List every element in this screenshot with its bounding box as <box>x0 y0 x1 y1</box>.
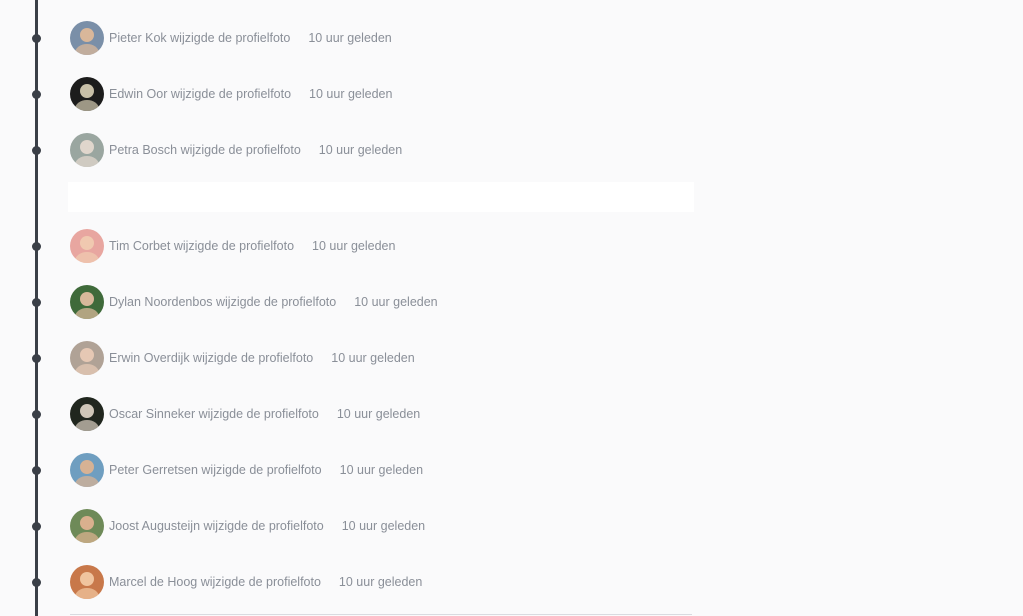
timeline-item: Edwin Oor wijzigde de profielfoto 10 uur … <box>0 76 700 112</box>
activity-description: Edwin Oor wijzigde de profielfoto <box>109 87 292 101</box>
avatar[interactable] <box>70 133 104 167</box>
activity-description: Tim Corbet wijzigde de profielfoto <box>109 239 295 253</box>
activity-text-row: Marcel de Hoog wijzigde de profielfoto 10… <box>109 574 422 590</box>
activity-timestamp: 10 uur geleden <box>338 575 423 589</box>
avatar-photo <box>70 397 104 431</box>
activity-description: Marcel de Hoog wijzigde de profielfoto <box>109 575 321 589</box>
avatar[interactable] <box>70 77 104 111</box>
avatar-photo <box>70 21 104 55</box>
activity-timestamp: 10 uur geleden <box>318 143 403 157</box>
activity-description: Pieter Kok wijzigde de profielfoto <box>109 31 291 45</box>
activity-description: Dylan Noordenbos wijzigde de profielfoto <box>109 295 337 309</box>
avatar-photo <box>70 229 104 263</box>
avatar[interactable] <box>70 565 104 599</box>
timeline-dot-icon <box>32 578 41 587</box>
activity-timestamp: 10 uur geleden <box>339 463 424 477</box>
timeline-item: Oscar Sinneker wijzigde de profielfoto 10… <box>0 396 700 432</box>
timeline-dot-icon <box>32 298 41 307</box>
activity-timestamp: 10 uur geleden <box>309 87 393 101</box>
activity-description: Peter Gerretsen wijzigde de profielfoto <box>109 463 322 477</box>
activity-text-row: Edwin Oor wijzigde de profielfoto 10 uur … <box>109 86 392 102</box>
timeline-dot-icon <box>32 242 41 251</box>
timeline-dot-icon <box>32 410 41 419</box>
activity-text-row: Oscar Sinneker wijzigde de profielfoto 10… <box>109 406 420 422</box>
activity-text-row: Petra Bosch wijzigde de profielfoto 10 uu… <box>109 142 402 158</box>
timeline-item: Marcel de Hoog wijzigde de profielfoto 10… <box>0 564 700 600</box>
timeline-item: Pieter Kok wijzigde de profielfoto 10 uur… <box>0 20 700 56</box>
avatar-photo <box>70 285 104 319</box>
timeline-dot-icon <box>32 354 41 363</box>
timeline-dot-icon <box>32 90 41 99</box>
activity-text-row: Peter Gerretsen wijzigde de profielfoto 1… <box>109 462 423 478</box>
timeline-item: Erwin Overdijk wijzigde de profielfoto 10… <box>0 340 700 376</box>
timeline-dot-icon <box>32 466 41 475</box>
activity-timestamp: 10 uur geleden <box>312 239 396 253</box>
avatar[interactable] <box>70 341 104 375</box>
avatar-photo <box>70 77 104 111</box>
timeline-item: Dylan Noordenbos wijzigde de profielfoto… <box>0 284 700 320</box>
activity-timestamp: 10 uur geleden <box>341 519 426 533</box>
activity-text-row: Joost Augusteijn wijzigde de profielfoto… <box>109 518 425 534</box>
avatar-photo <box>70 509 104 543</box>
avatar-photo <box>70 341 104 375</box>
activity-description: Joost Augusteijn wijzigde de profielfoto <box>109 519 324 533</box>
avatar-photo <box>70 133 104 167</box>
activity-timestamp: 10 uur geleden <box>308 31 392 45</box>
avatar[interactable] <box>70 229 104 263</box>
activity-timestamp: 10 uur geleden <box>354 295 438 309</box>
activity-description: Erwin Overdijk wijzigde de profielfoto <box>109 351 314 365</box>
timeline-item: Petra Bosch wijzigde de profielfoto 10 uu… <box>0 132 700 168</box>
timeline-item: Peter Gerretsen wijzigde de profielfoto 1… <box>0 452 700 488</box>
timeline-item: Joost Augusteijn wijzigde de profielfoto… <box>0 508 700 544</box>
activity-timeline: Pieter Kok wijzigde de profielfoto 10 uur… <box>0 0 1023 616</box>
avatar[interactable] <box>70 285 104 319</box>
avatar-photo <box>70 565 104 599</box>
avatar[interactable] <box>70 509 104 543</box>
timeline-group-separator <box>68 182 694 212</box>
avatar[interactable] <box>70 21 104 55</box>
activity-description: Oscar Sinneker wijzigde de profielfoto <box>109 407 319 421</box>
avatar-photo <box>70 453 104 487</box>
timeline-dot-icon <box>32 34 41 43</box>
activity-text-row: Erwin Overdijk wijzigde de profielfoto 10… <box>109 350 415 366</box>
timeline-dot-icon <box>32 146 41 155</box>
activity-timestamp: 10 uur geleden <box>336 407 421 421</box>
timeline-item: Tim Corbet wijzigde de profielfoto 10 uur… <box>0 228 700 264</box>
divider <box>70 614 692 615</box>
activity-description: Petra Bosch wijzigde de profielfoto <box>109 143 301 157</box>
activity-text-row: Pieter Kok wijzigde de profielfoto 10 uur… <box>109 30 392 46</box>
activity-text-row: Tim Corbet wijzigde de profielfoto 10 uur… <box>109 238 395 254</box>
activity-text-row: Dylan Noordenbos wijzigde de profielfoto… <box>109 294 438 310</box>
timeline-dot-icon <box>32 522 41 531</box>
avatar[interactable] <box>70 397 104 431</box>
activity-timestamp: 10 uur geleden <box>331 351 415 365</box>
avatar[interactable] <box>70 453 104 487</box>
